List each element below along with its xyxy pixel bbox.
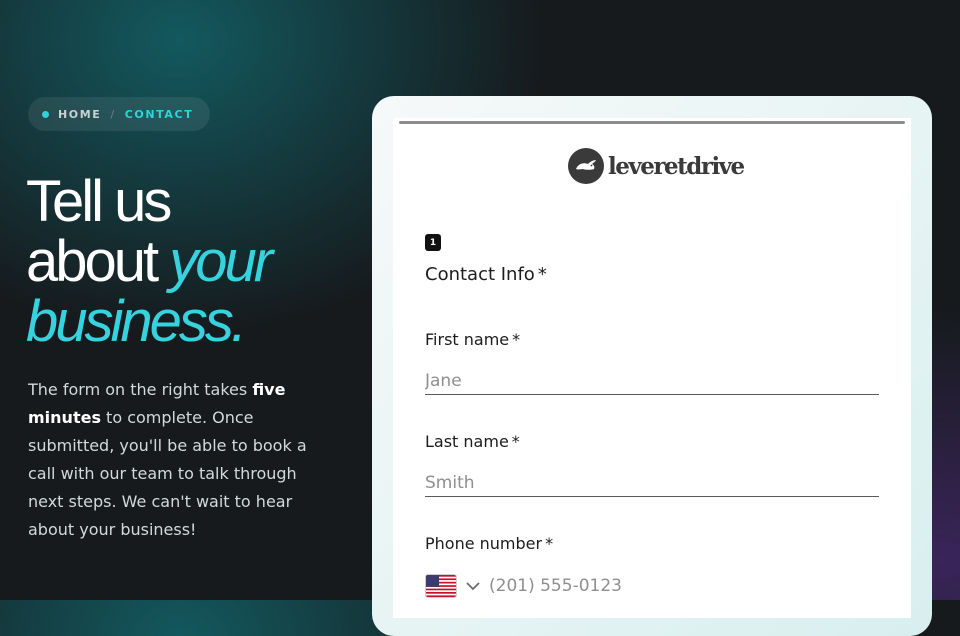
phone-field-row xyxy=(425,572,879,600)
section-title-text: Contact Info xyxy=(425,264,535,285)
phone-input[interactable] xyxy=(489,576,879,596)
breadcrumb-dot-icon xyxy=(42,110,49,118)
title-accent-your: your xyxy=(169,229,273,294)
required-marker: * xyxy=(512,330,521,349)
required-marker: * xyxy=(545,534,554,553)
phone-label: Phone number * xyxy=(425,534,553,553)
desc-part-1: The form on the right takes xyxy=(28,380,253,399)
logo-text: leveretdrive xyxy=(608,152,745,180)
intro-description: The form on the right takes five minutes… xyxy=(28,376,318,544)
section-title: Contact Info * xyxy=(425,264,547,285)
breadcrumb-separator: / xyxy=(110,107,116,121)
phone-label-text: Phone number xyxy=(425,534,543,553)
us-flag-icon[interactable] xyxy=(425,574,457,598)
contact-form: leveretdrive 1 Contact Info * First name *… xyxy=(393,118,911,618)
last-name-input[interactable] xyxy=(425,470,879,497)
rabbit-logo-icon xyxy=(568,148,604,184)
first-name-label-text: First name xyxy=(425,330,510,349)
required-marker: * xyxy=(537,264,547,285)
breadcrumb: HOME / CONTACT xyxy=(28,97,210,131)
page-title: Tell us about your business. xyxy=(26,169,273,354)
breadcrumb-home-link[interactable]: HOME xyxy=(58,108,101,121)
desc-part-2: to complete. Once submitted, you'll be a… xyxy=(28,408,307,539)
first-name-input[interactable] xyxy=(425,368,879,395)
brand-logo: leveretdrive xyxy=(568,148,745,184)
last-name-label-text: Last name xyxy=(425,432,509,451)
first-name-label: First name * xyxy=(425,330,520,349)
title-accent-business: business. xyxy=(26,289,247,354)
required-marker: * xyxy=(511,432,520,451)
form-top-bar xyxy=(399,121,905,124)
chevron-down-icon[interactable] xyxy=(463,576,483,596)
title-line-2: about xyxy=(26,229,170,294)
title-line-1: Tell us xyxy=(26,169,172,234)
last-name-label: Last name * xyxy=(425,432,520,451)
step-number-badge: 1 xyxy=(425,234,441,251)
breadcrumb-current: CONTACT xyxy=(124,107,194,121)
